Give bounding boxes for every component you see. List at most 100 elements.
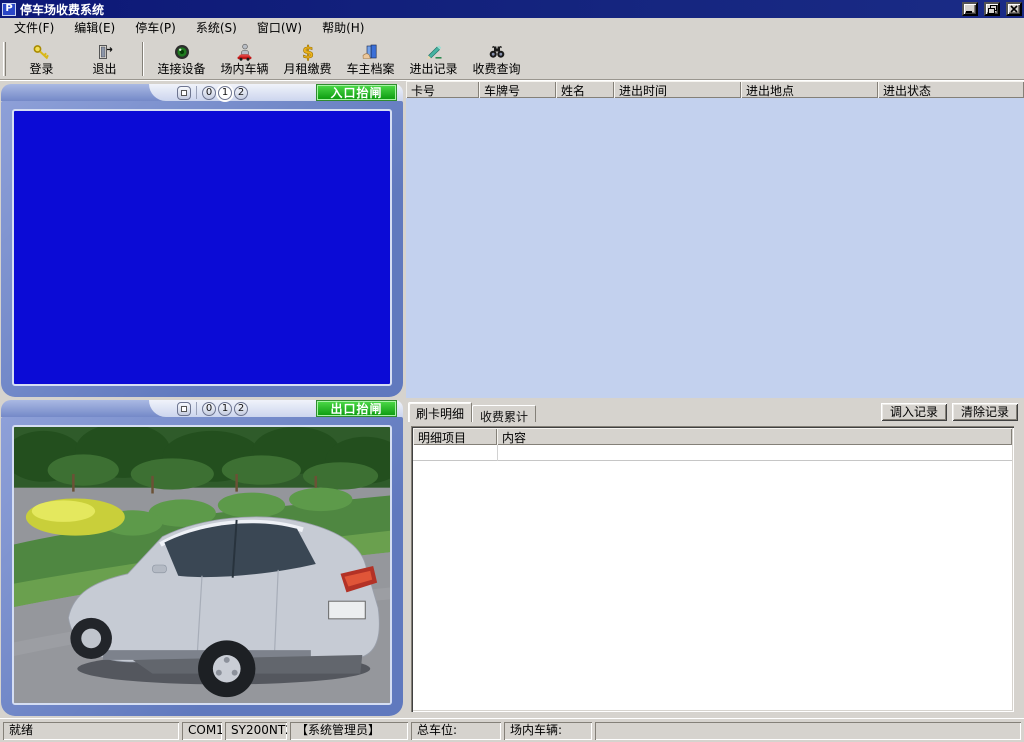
stop-square-icon [181,90,187,96]
record-buttons: 调入记录 清除记录 [881,403,1018,421]
status-total-spaces: 总车位: [411,722,501,740]
close-icon [1010,5,1018,13]
menu-item-parking[interactable]: 停车(P) [125,17,186,39]
detail-table-body [413,445,1012,710]
detail-panel: 刷卡明细 收费累计 调入记录 清除记录 明细项目 内容 [406,401,1024,716]
entrance-gate-open-button[interactable]: 入口抬闸 [317,85,396,100]
records-header-status[interactable]: 进出状态 [878,81,1024,98]
menu-item-system[interactable]: 系统(S) [186,17,247,39]
toolbar-logout-button[interactable]: 退出 [73,40,136,78]
camera-controls-divider [196,402,197,415]
toolbar-fee-query-label: 收费查询 [472,62,520,76]
exit-panel-frame [1,417,403,716]
toolbar-fee-query-button[interactable]: 收费查询 [465,40,528,78]
entrance-panel-frame [1,101,403,397]
status-bar: 就绪 COM1 SY200NT2 【系统管理员】 总车位: 场内车辆: [0,718,1024,742]
app-window: P 停车场收费系统 文件(F) 编辑(E) 停车(P) 系统(S) 窗口(W) … [0,0,1024,742]
brush-record-icon [425,42,443,61]
entrance-camera-2-button[interactable]: 2 [234,86,248,100]
exit-door-icon [96,42,114,61]
status-spacer [595,722,1021,740]
records-header-name[interactable]: 姓名 [556,81,614,98]
entrance-camera-0-button[interactable]: 0 [202,86,216,100]
status-com-port: COM1 [182,722,222,740]
status-operator: 【系统管理员】 [290,722,408,740]
status-device-model: SY200NT2 [225,722,287,740]
toolbar-vehicles-in-lot-button[interactable]: 场内车辆 [213,40,276,78]
exit-gate-open-button[interactable]: 出口抬闸 [317,401,396,416]
records-header-location[interactable]: 进出地点 [741,81,878,98]
menubar: 文件(F) 编辑(E) 停车(P) 系统(S) 窗口(W) 帮助(H) [0,18,1024,38]
toolbar-separator [142,42,144,76]
records-header-time[interactable]: 进出时间 [614,81,741,98]
records-header-card-no[interactable]: 卡号 [406,81,479,98]
records-table-body [406,98,1024,398]
app-icon: P [2,3,16,16]
exit-camera-0-button[interactable]: 0 [202,402,216,416]
stop-square-icon [181,406,187,412]
archive-books-icon [361,42,380,61]
records-header-plate-no[interactable]: 车牌号 [479,81,556,98]
exit-video-screen [12,425,392,705]
exit-camera-2-button[interactable]: 2 [234,402,248,416]
close-button[interactable] [1006,2,1022,16]
detail-column-divider [497,445,498,461]
toolbar-owner-files-button[interactable]: 车主档案 [339,40,402,78]
records-table: 卡号 车牌号 姓名 进出时间 进出地点 进出状态 [406,81,1024,398]
clear-records-button[interactable]: 清除记录 [952,403,1018,421]
toolbar-monthly-payment-label: 月租缴费 [283,62,331,76]
toolbar-login-button[interactable]: 登录 [10,40,73,78]
detail-header-item[interactable]: 明细项目 [413,428,497,445]
tab-fee-summary[interactable]: 收费累计 [472,405,536,422]
restore-button[interactable] [984,2,1000,16]
window-title: 停车场收费系统 [20,1,956,18]
camera-controls-divider [196,86,197,99]
records-table-header: 卡号 车牌号 姓名 进出时间 进出地点 进出状态 [406,81,1024,98]
exit-camera-1-button[interactable]: 1 [218,402,232,416]
toolbar-grip [3,42,6,76]
exit-video-panel: 0 1 2 出口抬闸 [1,400,403,716]
detail-table: 明细项目 内容 [411,426,1014,712]
toolbar-monthly-payment-button[interactable]: $ 月租缴费 [276,40,339,78]
toolbar-entry-exit-records-label: 进出记录 [409,62,457,76]
menu-item-window[interactable]: 窗口(W) [247,17,312,39]
detail-table-header: 明细项目 内容 [413,428,1012,445]
restore-icon [988,5,997,14]
tab-card-swipe-details[interactable]: 刷卡明细 [408,402,472,422]
dollar-icon: $ [299,42,317,61]
binoculars-icon [488,42,506,61]
toolbar-login-label: 登录 [29,62,53,76]
window-titlebar: P 停车场收费系统 [0,0,1024,18]
key-icon [32,42,51,61]
entrance-camera-stop-button[interactable] [177,86,191,100]
entrance-panel-header: 0 1 2 入口抬闸 [1,84,403,101]
toolbar-connect-device-label: 连接设备 [157,62,205,76]
exit-camera-stop-button[interactable] [177,402,191,416]
exit-panel-header: 0 1 2 出口抬闸 [1,400,403,417]
toolbar-entry-exit-records-button[interactable]: 进出记录 [402,40,465,78]
entrance-camera-1-button[interactable]: 1 [218,86,232,100]
entrance-video-screen [12,109,392,386]
toolbar-owner-files-label: 车主档案 [346,62,394,76]
minimize-icon [966,6,974,13]
svg-text:$: $ [302,43,314,61]
menu-item-help[interactable]: 帮助(H) [312,17,374,39]
person-car-icon [235,42,254,61]
entrance-video-panel: 0 1 2 入口抬闸 [1,84,403,397]
main-area: 0 1 2 入口抬闸 0 1 [0,80,1024,718]
menu-item-file[interactable]: 文件(F) [4,17,64,39]
load-records-button[interactable]: 调入记录 [881,403,947,421]
toolbar-connect-device-button[interactable]: 连接设备 [150,40,213,78]
menu-item-edit[interactable]: 编辑(E) [64,17,125,39]
status-ready: 就绪 [3,722,179,740]
minimize-button[interactable] [962,2,978,16]
vehicle-photo [14,427,390,703]
status-vehicles-in-lot: 场内车辆: [504,722,592,740]
detail-header-content[interactable]: 内容 [497,428,1012,445]
toolbar-vehicles-in-lot-label: 场内车辆 [220,62,268,76]
detail-tab-row: 刷卡明细 收费累计 调入记录 清除记录 [406,401,1024,422]
toolbar-logout-label: 退出 [92,62,116,76]
toolbar: 登录 退出 连接设备 场内车辆 $ 月租缴费 [0,38,1024,80]
camera-lens-icon [173,42,191,61]
detail-empty-row [413,445,1012,461]
